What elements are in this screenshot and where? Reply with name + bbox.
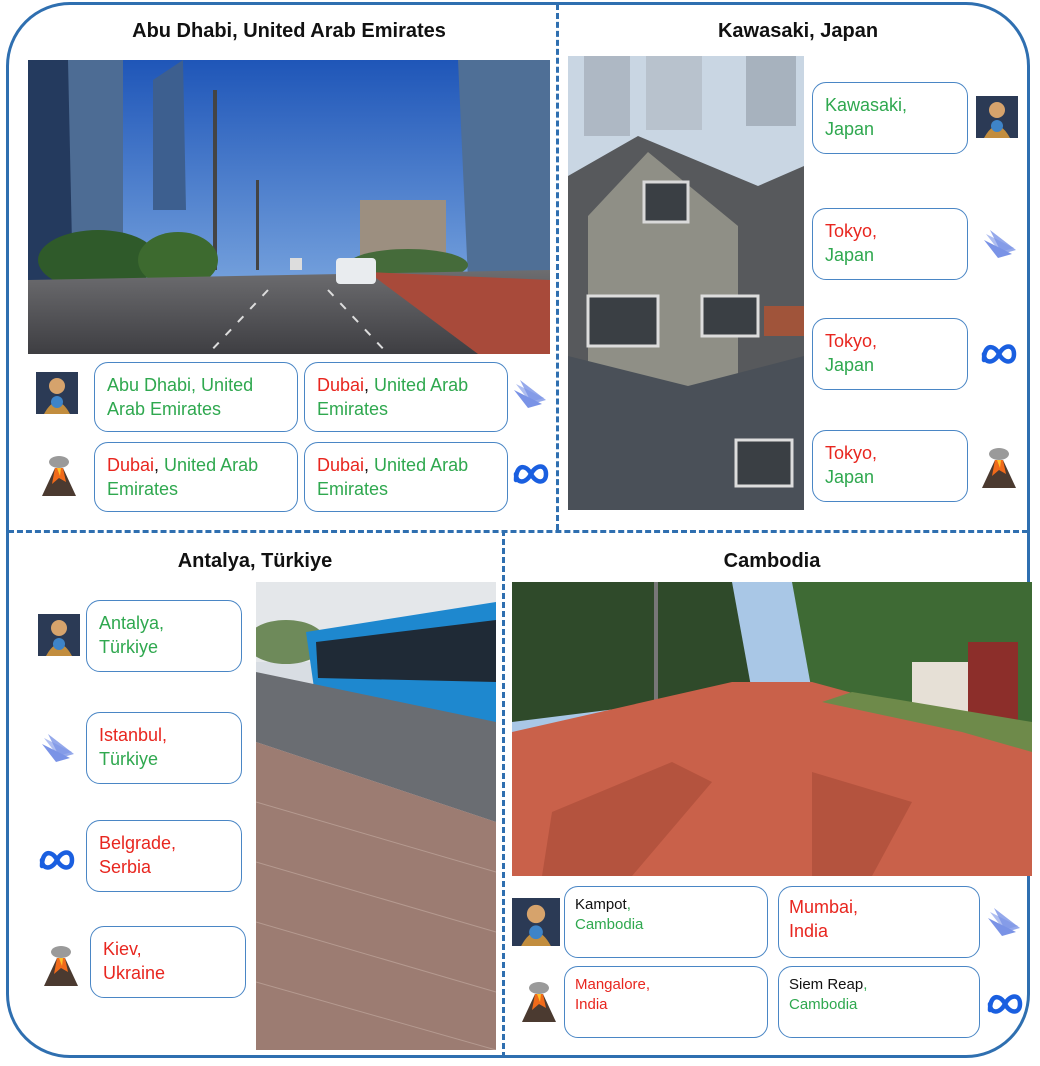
answer-place: Kawasaki,	[825, 95, 908, 115]
answer-country: Türkiye	[99, 749, 159, 769]
answer-country: India	[575, 996, 608, 1013]
answer-place: Dubai	[317, 455, 365, 475]
street-photo-cambodia	[512, 582, 1032, 876]
answer-country: India	[789, 921, 829, 941]
meta-icon	[986, 990, 1024, 1018]
divider-bottom-vertical	[502, 530, 505, 1058]
street-photo-antalya	[256, 582, 496, 1050]
answer-country: Japan	[825, 119, 875, 139]
answer-separator: ,	[626, 896, 631, 913]
answer-bubble: Istanbul, Türkiye	[86, 712, 242, 784]
answer-bubble: Abu Dhabi, United Arab Emirates	[94, 362, 298, 432]
answer-country: Japan	[825, 245, 875, 265]
gemini-style-icon	[38, 614, 80, 656]
divider-horizontal	[8, 530, 1028, 533]
answer-country: Cambodia	[789, 996, 858, 1013]
answer-country: Japan	[825, 467, 875, 487]
layers-icon	[986, 904, 1022, 940]
answer-bubble: Mangalore, India	[564, 966, 768, 1038]
answer-separator: ,	[863, 976, 868, 993]
answer-place: Istanbul,	[99, 725, 168, 745]
answer-country: Serbia	[99, 857, 152, 877]
answer-bubble: Belgrade, Serbia	[86, 820, 242, 892]
answer-place: Tokyo,	[825, 443, 878, 463]
answer-bubble: Antalya, Türkiye	[86, 600, 242, 672]
answer-bubble: Kampot, Cambodia	[564, 886, 768, 958]
answer-bubble: Kiev, Ukraine	[90, 926, 246, 998]
answer-country: Cambodia	[575, 916, 644, 933]
answer-place: Siem Reap	[789, 976, 864, 993]
meta-icon	[512, 460, 550, 488]
answer-country: Türkiye	[99, 637, 159, 657]
answer-place: Dubai	[107, 455, 155, 475]
meta-icon	[980, 340, 1018, 368]
answer-text: Abu Dhabi, United Arab Emirates	[107, 375, 254, 419]
answer-country: Ukraine	[103, 963, 166, 983]
answer-place: Mangalore,	[575, 976, 651, 993]
answer-bubble: Tokyo, Japan	[812, 318, 968, 390]
answer-bubble: Dubai, United Arab Emirates	[94, 442, 298, 512]
layers-icon	[512, 376, 548, 412]
volcano-icon	[978, 446, 1020, 488]
panel-title-antalya: Antalya, Türkiye	[177, 550, 333, 572]
volcano-icon	[518, 980, 560, 1022]
answer-place: Kiev,	[103, 939, 142, 959]
street-photo-abu-dhabi	[28, 60, 550, 354]
gemini-style-icon	[976, 96, 1018, 138]
gemini-style-icon	[36, 372, 78, 414]
answer-place: Mumbai,	[789, 897, 859, 917]
volcano-icon	[38, 454, 80, 496]
street-photo-kawasaki	[568, 56, 804, 510]
answer-bubble: Kawasaki, Japan	[812, 82, 968, 154]
answer-place: Dubai	[317, 375, 365, 395]
answer-country: Japan	[825, 355, 875, 375]
answer-bubble: Siem Reap, Cambodia	[778, 966, 980, 1038]
answer-place: Tokyo,	[825, 221, 878, 241]
gemini-style-icon	[512, 898, 560, 946]
divider-top-vertical	[556, 4, 559, 530]
answer-bubble: Dubai, United Arab Emirates	[304, 442, 508, 512]
layers-icon	[982, 226, 1018, 262]
answer-bubble: Dubai, United Arab Emirates	[304, 362, 508, 432]
layers-icon	[40, 730, 76, 766]
answer-place: Kampot	[575, 896, 627, 913]
meta-icon	[38, 846, 76, 874]
answer-bubble: Tokyo, Japan	[812, 430, 968, 502]
volcano-icon	[40, 944, 82, 986]
answer-place: Antalya,	[99, 613, 165, 633]
answer-bubble: Mumbai, India	[778, 886, 980, 958]
answer-bubble: Tokyo, Japan	[812, 208, 968, 280]
answer-place: Belgrade,	[99, 833, 177, 853]
answer-place: Tokyo,	[825, 331, 878, 351]
panel-title-cambodia: Cambodia	[723, 550, 821, 572]
panel-title-abu-dhabi: Abu Dhabi, United Arab Emirates	[132, 20, 446, 42]
panel-title-kawasaki: Kawasaki, Japan	[717, 20, 879, 42]
